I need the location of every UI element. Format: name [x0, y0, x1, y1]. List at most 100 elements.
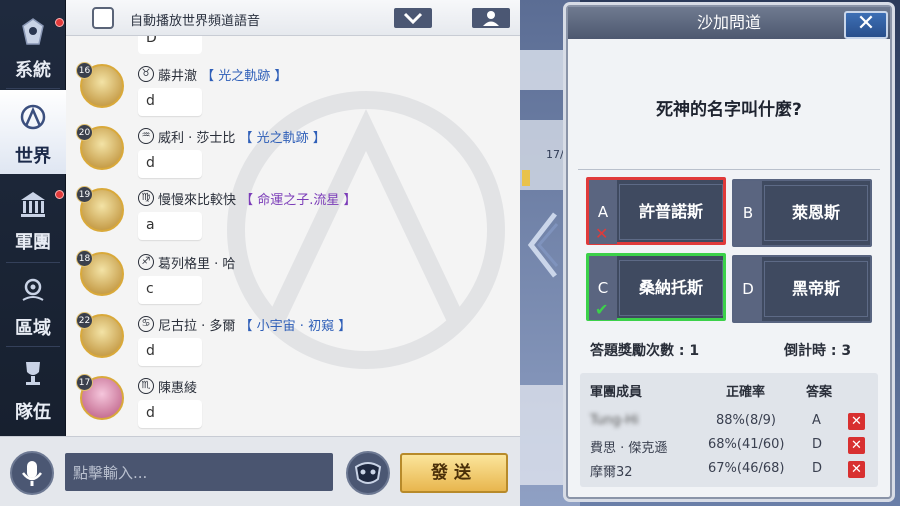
- wrong-cross-icon: ✕: [848, 461, 865, 478]
- chat-bubble: d: [138, 88, 202, 116]
- guild-tag: 【 光之軌跡 】: [239, 131, 326, 146]
- chat-username[interactable]: 藤井澈 【 光之軌跡 】: [158, 65, 287, 84]
- system-icon: [22, 18, 44, 45]
- quiz-title: 沙加問道: [568, 7, 890, 39]
- correct-check-icon: ✔: [595, 300, 609, 319]
- chat-username[interactable]: 葛列格里 · 哈: [158, 253, 235, 272]
- scene-tag: 17/: [546, 148, 564, 161]
- chat-username[interactable]: 慢慢來比較快 【 命運之子.流星 】: [158, 189, 357, 208]
- message-text: c: [146, 281, 154, 297]
- option-text: 許普諾斯: [619, 184, 723, 240]
- message-text: d: [146, 93, 155, 109]
- quiz-question: 死神的名字叫什麼?: [656, 100, 802, 120]
- close-button[interactable]: ✕: [844, 11, 888, 39]
- sidebar-item-region[interactable]: 區域: [0, 262, 66, 346]
- countdown-timer: 倒計時 : 3: [784, 343, 852, 359]
- option-letter: B: [734, 181, 762, 245]
- zodiac-aquarius-icon: ♒: [138, 128, 154, 144]
- player-name: 陳惠綾: [158, 381, 198, 396]
- sidebar-item-label: 隊伍: [15, 402, 51, 423]
- option-text: 黑帝斯: [764, 261, 868, 317]
- auto-play-voice-checkbox[interactable]: [92, 7, 114, 29]
- accuracy: 68%(41/60): [708, 437, 785, 452]
- chat-message-input[interactable]: 點擊輸入...: [65, 453, 333, 491]
- list-item: 17 ♏ 陳惠綾 d: [66, 374, 520, 436]
- friends-button[interactable]: [472, 8, 510, 28]
- list-item: 16 ♉ 藤井澈 【 光之軌跡 】 d: [66, 62, 520, 124]
- voice-input-button[interactable]: [10, 451, 54, 495]
- member-name: 摩爾32: [590, 465, 633, 480]
- collapse-chat-button[interactable]: [525, 210, 561, 280]
- zodiac-scorpio-icon: ♏: [138, 378, 154, 394]
- wrong-cross-icon: ✕: [595, 224, 609, 243]
- list-item: D: [66, 30, 520, 60]
- region-icon: [22, 278, 44, 301]
- zodiac-cancer-icon: ♋: [138, 316, 154, 332]
- list-item: 22 ♋ 尼古拉 · 多爾 【 小宇宙 · 初窺 】 d: [66, 312, 520, 374]
- chat-toolbar: 自動播放世界頻道語音: [66, 0, 520, 36]
- reward-count: 答題獎勵次數 : 1: [590, 343, 700, 359]
- chat-bubble: d: [138, 400, 202, 428]
- guild-tag: 【 命運之子.流星 】: [240, 193, 357, 208]
- chat-username[interactable]: 陳惠綾: [158, 377, 197, 396]
- answer-option-d[interactable]: D 黑帝斯: [732, 255, 872, 323]
- chat-bubble: d: [138, 338, 202, 366]
- player-name: 慢慢來比較快: [158, 193, 237, 208]
- level-badge: 22: [76, 312, 93, 329]
- chat-bubble: c: [138, 276, 202, 304]
- answer-option-b[interactable]: B 萊恩斯: [732, 179, 872, 247]
- guild-tag: 【 小宇宙 · 初窺 】: [239, 319, 352, 334]
- level-badge: 18: [76, 250, 93, 267]
- level-badge: 17: [76, 374, 93, 391]
- answer-option-a[interactable]: A 許普諾斯 ✕: [586, 177, 726, 245]
- message-text: d: [146, 155, 155, 171]
- notification-badge: [55, 18, 64, 27]
- message-text: d: [146, 405, 155, 421]
- option-text: 萊恩斯: [764, 185, 868, 241]
- message-text: a: [146, 217, 155, 233]
- list-item: 18 ♐ 葛列格里 · 哈 c: [66, 250, 520, 312]
- sidebar-divider: [6, 88, 60, 89]
- list-item: 19 ♍ 慢慢來比較快 【 命運之子.流星 】 a: [66, 186, 520, 248]
- legion-icon: [21, 192, 45, 217]
- chat-bubble: a: [138, 212, 202, 240]
- sidebar-item-world[interactable]: 世界: [0, 90, 66, 174]
- level-badge: 19: [76, 186, 93, 203]
- player-name: 威利 · 莎士比: [158, 131, 236, 146]
- player-name: 葛列格里 · 哈: [158, 257, 236, 272]
- option-letter: D: [734, 257, 762, 321]
- emoji-mask-icon: [354, 462, 382, 484]
- channel-dropdown-button[interactable]: [394, 8, 432, 28]
- wrong-cross-icon: ✕: [848, 413, 865, 430]
- player-name: 尼古拉 · 多爾: [158, 319, 236, 334]
- chat-username[interactable]: 尼古拉 · 多爾 【 小宇宙 · 初窺 】: [158, 315, 351, 334]
- answer: D: [812, 461, 823, 476]
- answer-option-c[interactable]: C 桑納托斯 ✔: [586, 253, 726, 321]
- emoji-button[interactable]: [346, 451, 390, 495]
- notification-badge: [55, 190, 64, 199]
- sidebar-item-label: 區域: [15, 318, 51, 339]
- sidebar-item-system[interactable]: 系統: [0, 4, 66, 88]
- send-button[interactable]: 發送: [400, 453, 508, 493]
- user-icon: [483, 11, 499, 26]
- microphone-icon: [22, 461, 42, 486]
- column-header: 正確率: [726, 385, 766, 400]
- chevron-left-icon: [527, 212, 559, 278]
- option-text: 桑納托斯: [619, 260, 723, 316]
- team-trophy-icon: [26, 362, 40, 385]
- scene-marker: [522, 170, 530, 186]
- sidebar-item-label: 軍團: [15, 232, 51, 253]
- world-chat-panel[interactable]: D 16 ♉ 藤井澈 【 光之軌跡 】 d 20 ♒ 威利 · 莎士比 【 光之…: [66, 0, 520, 436]
- divider: [578, 169, 880, 170]
- sidebar-item-team[interactable]: 隊伍: [0, 346, 66, 430]
- sidebar-item-legion[interactable]: 軍團: [0, 176, 66, 260]
- level-badge: 16: [76, 62, 93, 79]
- wrong-cross-icon: ✕: [848, 437, 865, 454]
- quiz-dialog: 沙加問道 ✕ 死神的名字叫什麼? A 許普諾斯 ✕ B 萊恩斯 C 桑納托斯 ✔…: [566, 5, 892, 499]
- chat-input-bar: 點擊輸入... 發送: [0, 436, 520, 506]
- legion-answers-table: 軍團成員 正確率 答案 Tung-Hi 88%(8/9) A ✕ 費思 · 傑克…: [580, 373, 878, 487]
- chat-username[interactable]: 威利 · 莎士比 【 光之軌跡 】: [158, 127, 326, 146]
- level-badge: 20: [76, 124, 93, 141]
- message-text: d: [146, 343, 155, 359]
- zodiac-virgo-icon: ♍: [138, 190, 154, 206]
